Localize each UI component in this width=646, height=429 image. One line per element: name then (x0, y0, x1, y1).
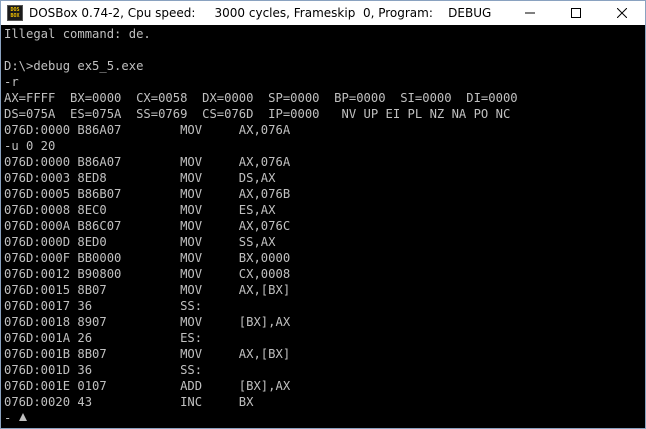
dosbox-window: DOS BOX DOSBox 0.74-2, Cpu speed: 3000 c… (0, 0, 646, 429)
console-line: 076D:0015 8B07 MOV AX,[BX] (4, 283, 291, 297)
console-line: 076D:001E 0107 ADD [BX],AX (4, 379, 291, 393)
console-line: 076D:0017 36 SS: (4, 299, 203, 313)
console-line: D:\>debug ex5_5.exe (4, 59, 144, 73)
console-line: 076D:000A B86C07 MOV AX,076C (4, 219, 291, 233)
console-line: 076D:0003 8ED8 MOV DS,AX (4, 171, 276, 185)
console-line: DS=075A ES=075A SS=0769 CS=076D IP=0000 … (4, 107, 511, 121)
console-line: - (4, 411, 12, 425)
console-line: 076D:000F BB0000 MOV BX,0000 (4, 251, 291, 265)
console-line: 076D:0008 8EC0 MOV ES,AX (4, 203, 276, 217)
maximize-icon (571, 8, 581, 18)
console-line: AX=FFFF BX=0000 CX=0058 DX=0000 SP=0000 … (4, 91, 518, 105)
console-line: 076D:001B 8B07 MOV AX,[BX] (4, 347, 291, 361)
maximize-button[interactable] (553, 1, 599, 25)
minimize-button[interactable] (507, 1, 553, 25)
console-line: 076D:000D 8ED0 MOV SS,AX (4, 235, 276, 249)
console-line: 076D:0000 B86A07 MOV AX,076A (4, 123, 291, 137)
close-button[interactable] (599, 1, 645, 25)
dosbox-icon[interactable]: DOS BOX (7, 5, 23, 21)
console-line: 076D:0020 43 INC BX (4, 395, 254, 409)
console-line: -r (4, 75, 19, 89)
console-line: 076D:0018 8907 MOV [BX],AX (4, 315, 291, 329)
console-line: Illegal command: de. (4, 27, 151, 41)
window-controls (507, 1, 645, 25)
close-icon (617, 8, 627, 18)
console-line: 076D:0000 B86A07 MOV AX,076A (4, 155, 291, 169)
console-line: 076D:0012 B90800 MOV CX,0008 (4, 267, 291, 281)
icon-text-bottom: BOX (10, 13, 20, 19)
console-line: 076D:001D 36 SS: (4, 363, 203, 377)
title-bar[interactable]: DOS BOX DOSBox 0.74-2, Cpu speed: 3000 c… (1, 1, 645, 25)
console-line: 076D:001A 26 ES: (4, 331, 203, 345)
console-line: -u 0 20 (4, 139, 56, 153)
console-output[interactable]: Illegal command: de. D:\>debug ex5_5.exe -… (4, 26, 644, 428)
window-title: DOSBox 0.74-2, Cpu speed: 3000 cycles, F… (29, 6, 492, 20)
console-line: 076D:0005 B86B07 MOV AX,076B (4, 187, 291, 201)
minimize-icon (525, 12, 535, 14)
mouse-pointer-icon (19, 413, 27, 421)
